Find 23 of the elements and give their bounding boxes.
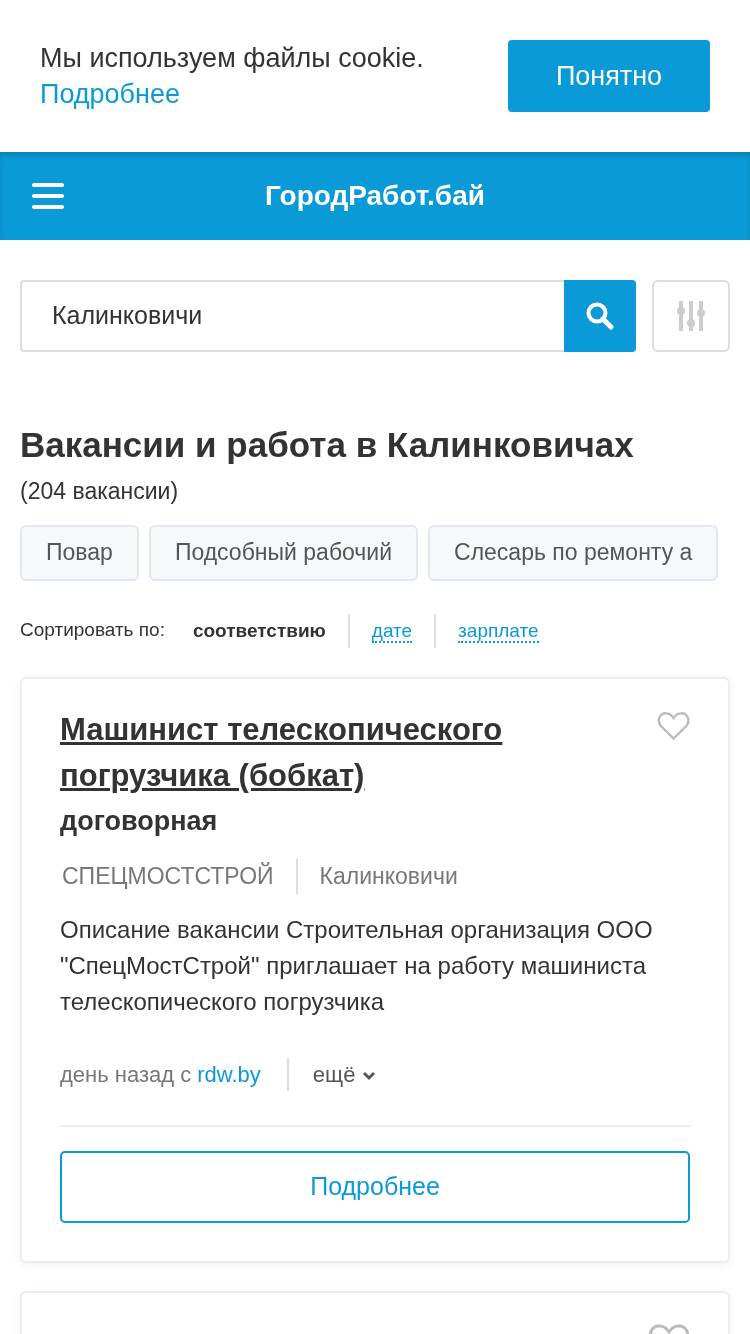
search-icon — [585, 301, 615, 331]
search-button[interactable] — [564, 280, 636, 352]
vacancy-description: Описание вакансии Строительная организация ООО "СпецМостСтрой" приглашает на работу машиниста телескопического погрузчика — [60, 914, 654, 1017]
page-heading: Вакансии и работа в Калинковичах — [20, 424, 635, 466]
menu-icon[interactable] — [32, 183, 64, 209]
company-name: СПЕЦМОСТСТРОЙ — [60, 859, 298, 894]
sort-label: Сортировать по: — [20, 618, 165, 643]
tag-chip[interactable]: Повар — [20, 524, 139, 581]
search-field[interactable]: Калинковичи — [20, 280, 564, 352]
posted-info: день назад с — [60, 1060, 192, 1089]
more-toggle[interactable]: ещё — [286, 1057, 376, 1091]
vacancy-title[interactable]: Машинист телескопического погрузчика (бобкат) — [60, 706, 657, 799]
filter-button[interactable] — [652, 280, 730, 352]
site-logo: ГородРабот.бай — [264, 179, 486, 213]
filter-icon — [677, 299, 705, 333]
sort-option[interactable]: соответствию — [164, 613, 348, 648]
vacancy-count: (204 вакансии) — [20, 477, 180, 506]
city-name: Калинковичи — [318, 862, 459, 891]
salary: договорная — [60, 804, 219, 838]
tag-chip[interactable]: Подсобный рабочий — [148, 524, 419, 581]
tag-chip[interactable]: Слесарь по ремонту а — [428, 524, 719, 581]
cookie-text: Мы используем файлы cookie. — [40, 42, 424, 75]
chevron-down-icon — [361, 1070, 376, 1081]
